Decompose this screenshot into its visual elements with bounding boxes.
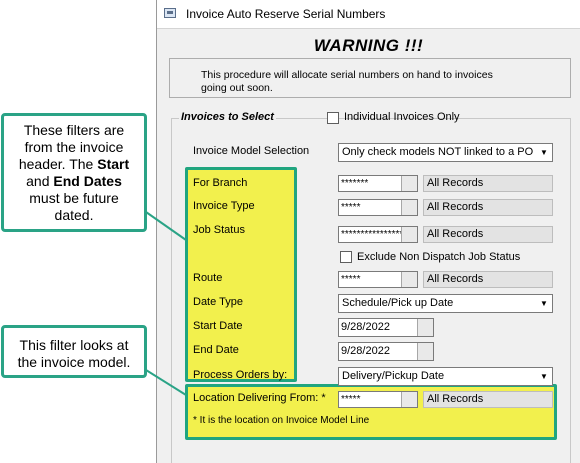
- header-callout-line: [145, 211, 187, 241]
- model-filter-callout: This filter looks at the invoice model.: [1, 325, 147, 378]
- model-callout-line: [145, 369, 187, 396]
- header-filters-callout: These filters are from the invoice heade…: [1, 113, 147, 232]
